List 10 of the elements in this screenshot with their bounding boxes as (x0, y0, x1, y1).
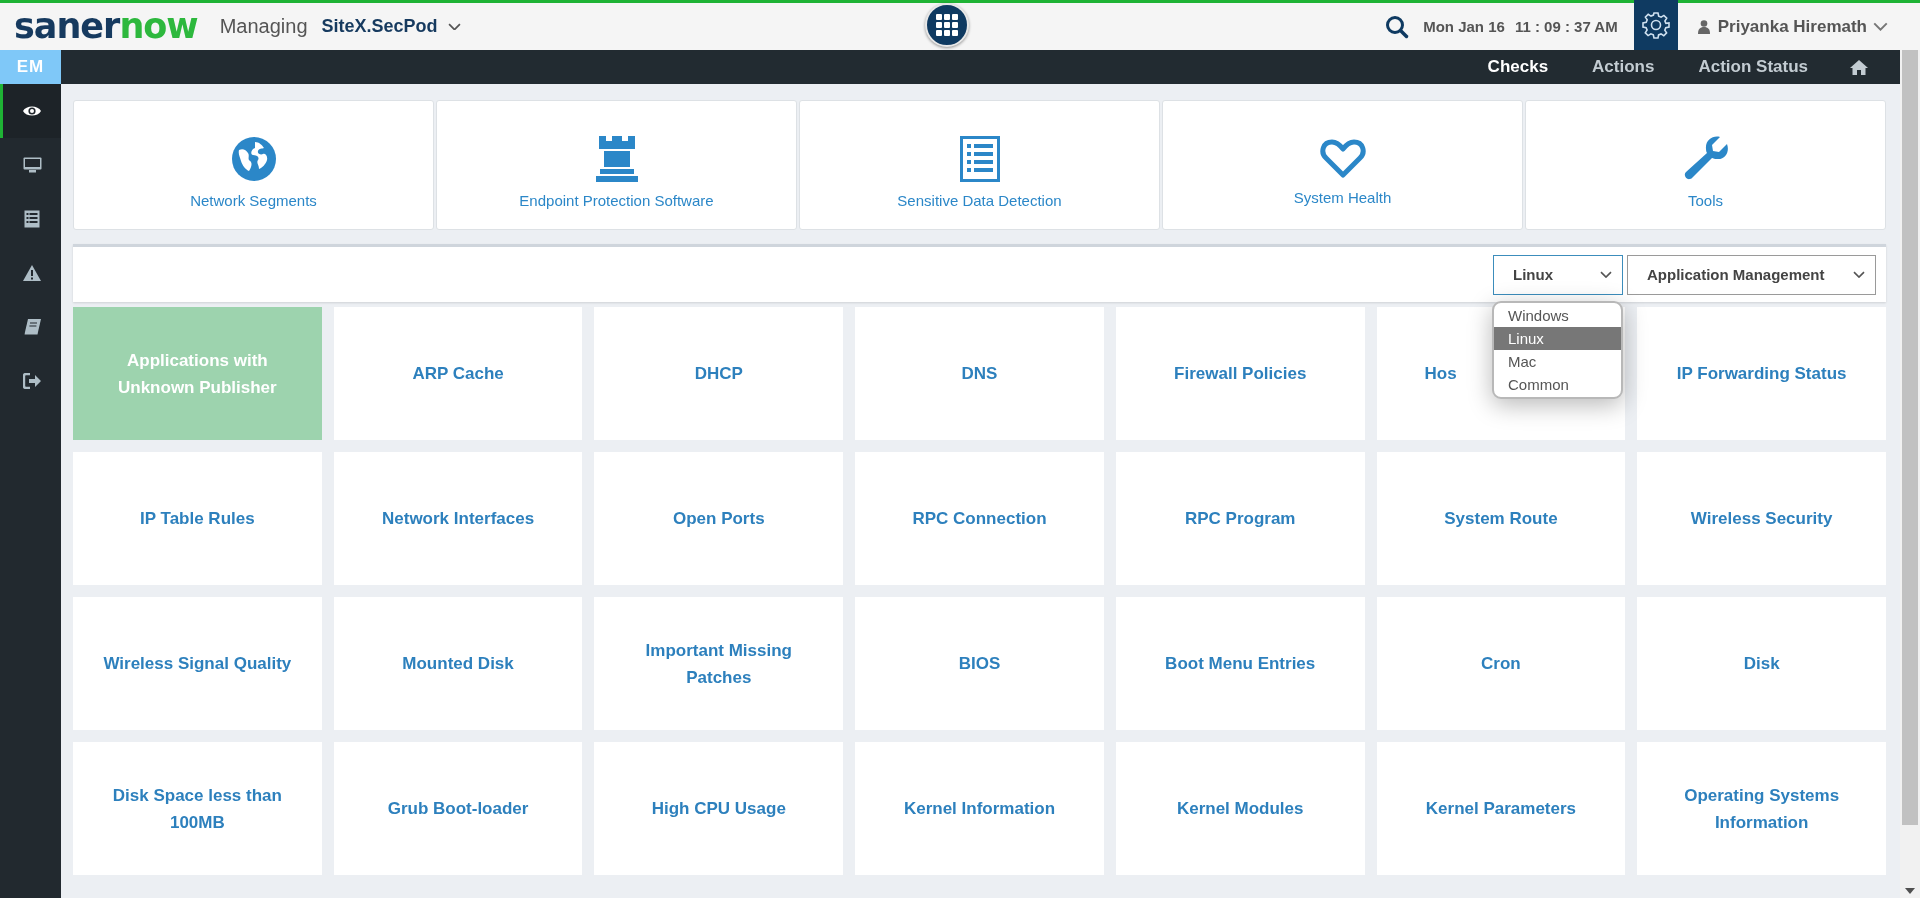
category-label: Sensitive Data Detection (897, 191, 1062, 209)
em-badge: EM (0, 50, 61, 84)
category-label: Endpoint Protection Software (519, 191, 714, 209)
time-text: 11 : 09 : 37 AM (1514, 18, 1618, 35)
date-text: Mon Jan 16 (1423, 18, 1505, 35)
managing-label: Managing (219, 15, 308, 38)
logo: sanernow (14, 9, 198, 44)
category-label: Network Segments (190, 191, 317, 209)
category-label: Tools (1688, 191, 1723, 209)
category-label: System Health (1293, 188, 1392, 206)
